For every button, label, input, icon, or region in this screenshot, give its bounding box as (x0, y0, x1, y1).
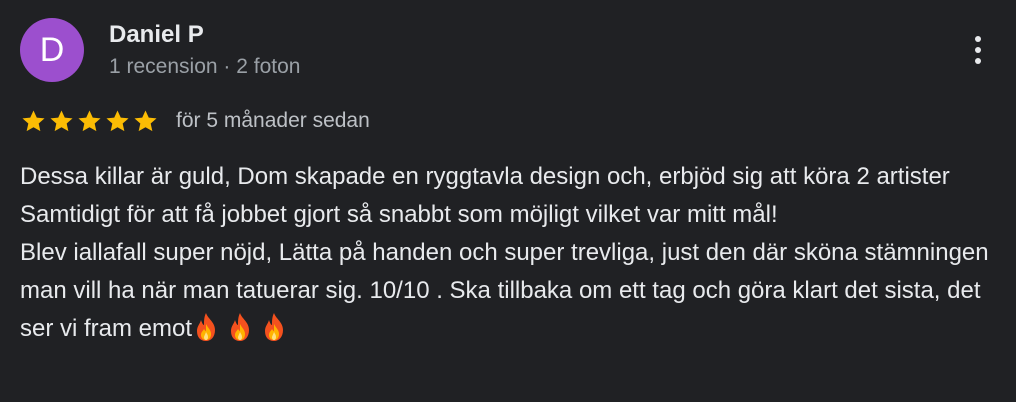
star-icon (48, 108, 75, 135)
review-card: D Daniel P 1 recension · 2 foton för 5 m… (0, 0, 1016, 402)
star-icon (132, 108, 159, 135)
star-rating (20, 108, 159, 135)
review-paragraph-last: Blev iallafall super nöjd, Lätta på hand… (20, 234, 1005, 348)
star-icon (20, 108, 47, 135)
review-text: Dessa killar är guld, Dom skapade en ryg… (20, 158, 1005, 348)
more-vert-icon-dot (975, 47, 981, 53)
avatar[interactable]: D (20, 18, 84, 82)
star-icon (76, 108, 103, 135)
review-paragraph-text: Blev iallafall super nöjd, Lätta på hand… (20, 239, 989, 342)
fire-emoji-icon (260, 312, 288, 342)
review-date: för 5 månader sedan (176, 109, 370, 132)
star-icon (104, 108, 131, 135)
fire-emoji-icon (226, 312, 254, 342)
more-vert-icon (975, 36, 981, 42)
fire-emoji-icon (192, 312, 220, 342)
more-vert-icon-dot (975, 58, 981, 64)
author-name[interactable]: Daniel P (109, 20, 204, 50)
avatar-initial: D (39, 30, 65, 69)
rating-row: för 5 månader sedan (20, 106, 370, 136)
emoji-group (192, 312, 294, 342)
author-meta[interactable]: 1 recension · 2 foton (109, 53, 300, 81)
review-paragraph: Dessa killar är guld, Dom skapade en ryg… (20, 163, 950, 228)
more-options-button[interactable] (958, 28, 998, 72)
